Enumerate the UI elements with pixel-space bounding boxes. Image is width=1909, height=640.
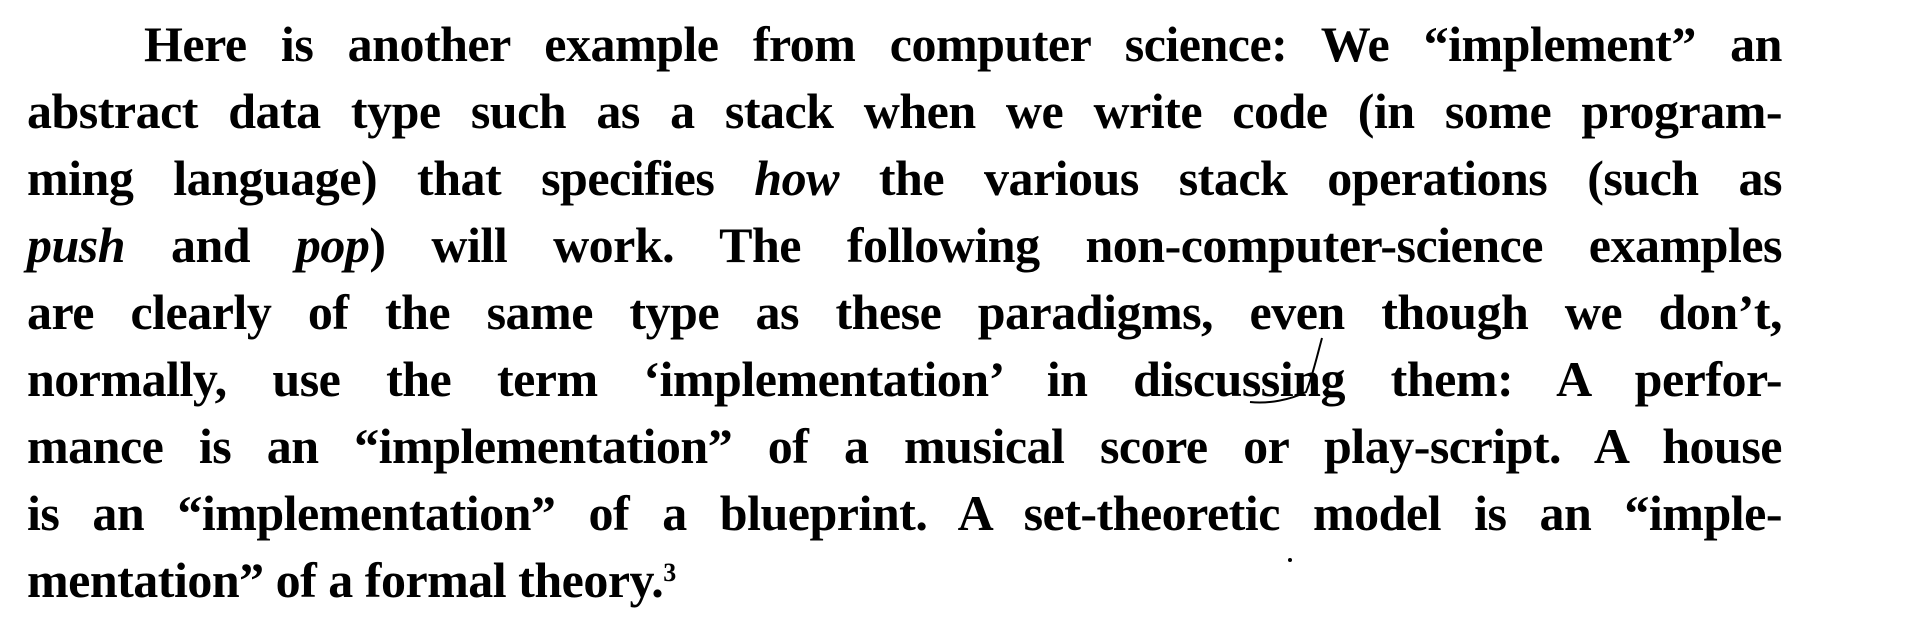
- text-line: is an “implementation” of a blueprint. A…: [27, 485, 1783, 541]
- text-span: ) will work. The following non-computer-…: [369, 217, 1782, 273]
- italic-term: pop: [295, 217, 370, 273]
- text-line: normally, use the term ‘implementation’ …: [27, 351, 1783, 407]
- text-line: ming language) that specifies how the va…: [27, 145, 1783, 212]
- italic-term: push: [27, 217, 126, 273]
- text-span: mentation” of a formal theory.: [27, 552, 664, 608]
- text-line: are clearly of the same type as these pa…: [27, 284, 1783, 340]
- text-line: Here is another example from computer sc…: [144, 16, 1783, 72]
- text-line: push and pop) will work. The following n…: [27, 212, 1782, 279]
- text-span: and: [125, 217, 296, 273]
- text-line: mentation” of a formal theory.3: [27, 547, 1782, 614]
- text-line: abstract data type such as a stack when …: [27, 83, 1783, 139]
- text-line: mance is an “implementation” of a musica…: [27, 418, 1783, 474]
- footnote-marker: 3: [663, 558, 676, 587]
- italic-term: how: [754, 150, 839, 206]
- text-span: ming language) that specifies: [27, 150, 755, 206]
- text-span: the various stack operations (such as: [838, 150, 1783, 206]
